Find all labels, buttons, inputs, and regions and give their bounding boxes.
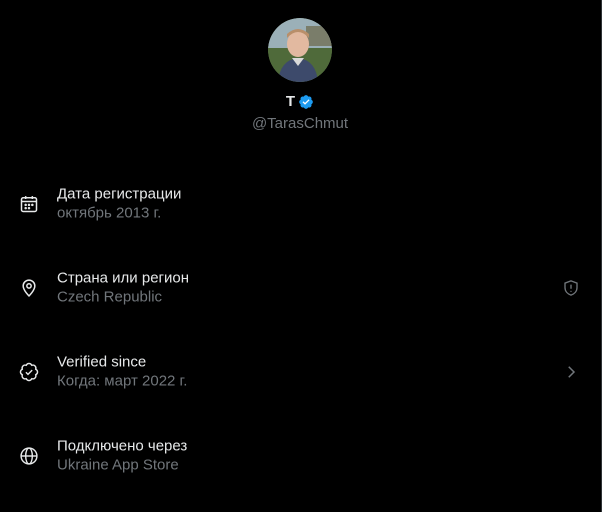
info-row-connected-via: Подключено через Ukraine App Store [0,414,600,498]
row-title: Страна или регион [57,269,190,287]
row-text: Подключено через Ukraine App Store [57,437,187,476]
row-title: Verified since [57,353,147,371]
row-subtitle: Когда: март 2022 г. [57,372,188,390]
shield-alert-icon[interactable] [562,279,580,297]
globe-icon [19,446,39,466]
calendar-icon [19,194,39,214]
info-row-registration-date: Дата регистрации октябрь 2013 г. [0,162,600,246]
name-row: T [0,93,600,111]
info-row-country: Страна или регион Czech Republic [0,246,600,330]
row-subtitle: Czech Republic [57,288,163,306]
profile-header: T @TarasChmut [0,18,600,133]
verified-badge-icon [19,362,39,382]
row-subtitle: Ukraine App Store [57,456,179,474]
avatar[interactable] [268,18,332,82]
account-info-page: T @TarasChmut Дата регистрации октябрь 2… [0,0,602,512]
location-pin-icon [19,278,39,298]
chevron-right-icon[interactable] [562,363,580,381]
row-title: Дата регистрации [57,185,182,203]
display-name[interactable]: T [286,93,295,111]
row-title: Подключено через [57,437,188,455]
profile-handle: @TarasChmut [251,115,349,132]
verified-badge-icon[interactable] [298,94,314,110]
row-text: Страна или регион Czech Republic [57,269,189,308]
info-row-verified-since[interactable]: Verified since Когда: март 2022 г. [0,330,600,414]
row-text: Дата регистрации октябрь 2013 г. [57,185,181,224]
row-text: Verified since Когда: март 2022 г. [57,353,187,392]
row-subtitle: октябрь 2013 г. [57,204,162,222]
